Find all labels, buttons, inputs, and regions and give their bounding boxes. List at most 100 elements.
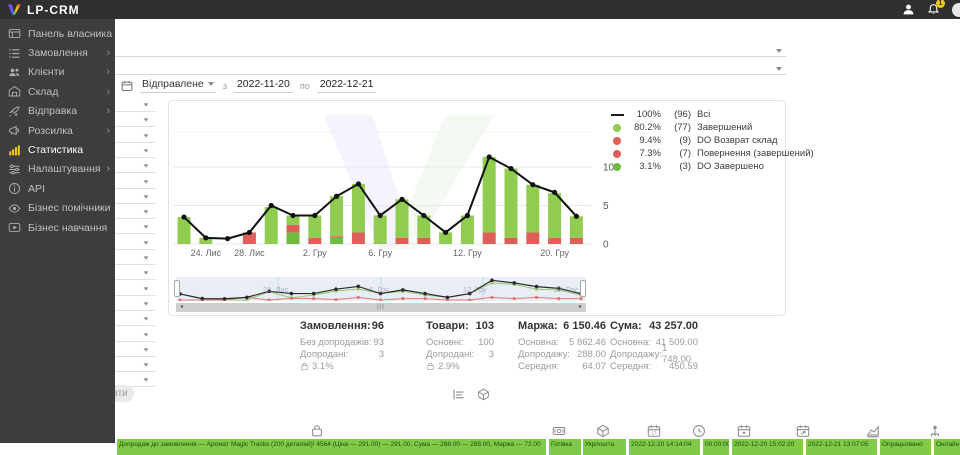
chevron-down-icon <box>144 195 149 198</box>
statistics-chart[interactable]: 105024. Лис28. Лис2. Гру6. Гру12. Гру20.… <box>173 105 623 268</box>
legend-item-4[interactable]: 3.1%(3)DO Завершено <box>609 160 814 173</box>
shipping-icon <box>8 105 21 118</box>
legend-pct: 7.3% <box>629 148 661 159</box>
sidebar-item-label: Клієнти <box>28 66 64 78</box>
chart-navigator[interactable]: 28. Лис6. Гру12. Гру19. Гру <box>176 277 586 301</box>
warehouse-icon <box>8 85 21 98</box>
statistics-icon <box>8 144 21 157</box>
order-row-cell-6[interactable]: 2022-12-21 13:07:05 <box>805 439 877 455</box>
calendar-send-icon[interactable] <box>796 424 810 438</box>
stat-title: Замовлення: <box>300 320 371 336</box>
avatar[interactable] <box>952 3 960 17</box>
sidebar-item-9[interactable]: Бізнес помічники <box>0 199 115 218</box>
sidebar-item-0[interactable]: Панель власника <box>0 24 115 43</box>
stat-sub-label: Основна: <box>610 337 651 348</box>
legend-item-0[interactable]: 100%(96)Всі <box>609 108 814 121</box>
stat-sub-label: Допродані: <box>426 349 474 360</box>
sidebar-item-6[interactable]: Статистика <box>0 140 115 159</box>
bag-icon <box>300 362 309 371</box>
stat-column-2: Маржа:6 150.46Основна:5 862.46Допродажу:… <box>518 320 606 372</box>
topbar: LP-CRM 1 <box>0 0 960 19</box>
order-row-cell-4[interactable]: 00:00:00 <box>702 439 729 455</box>
scroll-grip[interactable]: ||| <box>377 303 385 312</box>
filter-select-1[interactable] <box>115 42 787 57</box>
legend-label: Завершений <box>697 122 752 133</box>
legend-label: DO Завершено <box>697 161 764 172</box>
chevron-down-icon <box>144 180 149 183</box>
legend-dot-swatch <box>609 124 625 132</box>
legend-label: Повернення (завершений) <box>697 148 814 159</box>
package-icon[interactable] <box>596 424 610 438</box>
filter-select-2[interactable] <box>115 60 787 75</box>
sidebar-item-label: Бізнес помічники <box>28 202 111 214</box>
legend-count: (7) <box>665 148 691 159</box>
stat-sub-label: Допродажу: <box>610 349 662 360</box>
list-settings-icon[interactable] <box>452 388 465 401</box>
sidebar-item-5[interactable]: Розсилка› <box>0 121 115 140</box>
order-row-cell-8[interactable]: Онлайн <box>933 439 960 455</box>
legend-dot-swatch <box>609 163 625 171</box>
navigator-handle-right[interactable] <box>580 280 586 297</box>
chevron-down-icon <box>144 287 149 290</box>
package-icon[interactable] <box>477 388 490 401</box>
chevron-down-icon <box>144 119 149 122</box>
sidebar-item-4[interactable]: Відправка› <box>0 102 115 121</box>
date-status-select[interactable]: Відправлене <box>140 78 216 93</box>
area-chart-icon[interactable] <box>866 424 880 438</box>
legend-dot-swatch <box>609 137 625 145</box>
scroll-left-icon[interactable]: ◂ <box>177 303 186 312</box>
notification-badge: 1 <box>936 0 945 8</box>
navigator-tick-label: 19. Гру <box>553 285 577 294</box>
legend-pct: 100% <box>629 109 661 120</box>
order-row-cell-5[interactable]: 2022-12-20 15:02:20 <box>731 439 803 455</box>
brand-name: LP-CRM <box>27 3 80 17</box>
chevron-down-icon <box>144 149 149 152</box>
bell-icon[interactable]: 1 <box>927 3 940 16</box>
sidebar-item-label: Склад <box>28 86 58 98</box>
stat-sub-label: Середня: <box>518 361 559 372</box>
api-icon <box>8 182 21 195</box>
brand-logo[interactable]: LP-CRM <box>7 3 80 17</box>
order-row-cell-3[interactable]: 2022-12-20 14:14:04 <box>628 439 700 455</box>
order-row-cell-1[interactable]: Готівка <box>548 439 581 455</box>
org-icon[interactable] <box>928 424 942 438</box>
scroll-right-icon[interactable]: ▸ <box>576 303 585 312</box>
chevron-down-icon <box>144 348 149 351</box>
svg-text:0: 0 <box>603 240 609 251</box>
calendar-date-icon[interactable] <box>737 424 751 438</box>
legend-item-2[interactable]: 9.4%(9)DO Возврат склад <box>609 134 814 147</box>
bag-icon[interactable] <box>310 424 324 438</box>
stat-sub-label: Основні: <box>426 337 464 348</box>
orders-icon <box>8 47 21 60</box>
order-row-cell-0[interactable]: Допродаж до замовлення — Аромат Magic Tr… <box>116 439 546 455</box>
order-row-cell-2[interactable]: Укрпошта <box>582 439 626 455</box>
svg-text:20. Гру: 20. Гру <box>540 248 569 258</box>
calendar-icon[interactable]: 17 <box>647 424 661 438</box>
chevron-down-icon <box>776 67 782 71</box>
sidebar-item-2[interactable]: Клієнти› <box>0 63 115 82</box>
clock-icon[interactable] <box>692 424 706 438</box>
sidebar-item-7[interactable]: Налаштування› <box>0 160 115 179</box>
chevron-right-icon: › <box>106 48 110 58</box>
date-to-input[interactable]: 2022-12-21 <box>317 78 377 93</box>
bag-icon <box>426 362 435 371</box>
user-icon[interactable] <box>902 3 915 16</box>
legend-dot-swatch <box>609 150 625 158</box>
stat-sub-value: 100 <box>478 337 494 348</box>
svg-text:5: 5 <box>603 201 609 212</box>
date-from-input[interactable]: 2022-11-20 <box>234 78 293 93</box>
money-icon[interactable] <box>552 424 566 438</box>
highlighted-order-row[interactable]: Допродаж до замовлення — Аромат Magic Tr… <box>115 439 960 455</box>
navigator-scrollbar[interactable]: ◂ ||| ▸ <box>176 303 586 312</box>
sidebar-item-10[interactable]: Бізнес навчання <box>0 218 115 237</box>
sidebar-item-3[interactable]: Склад› <box>0 82 115 101</box>
navigator-handle-left[interactable] <box>174 280 180 297</box>
legend-item-3[interactable]: 7.3% (7) Повернення (завершений) <box>609 147 814 160</box>
sidebar-item-8[interactable]: API <box>0 179 115 198</box>
stat-sub-value: 3.1% <box>312 361 334 372</box>
order-row-cell-7[interactable]: Опрацьовано <box>879 439 931 455</box>
legend-item-1[interactable]: 80.2%(77)Завершений <box>609 121 814 134</box>
chevron-right-icon: › <box>106 126 110 136</box>
chevron-down-icon <box>776 49 782 53</box>
sidebar-item-1[interactable]: Замовлення› <box>0 43 115 62</box>
